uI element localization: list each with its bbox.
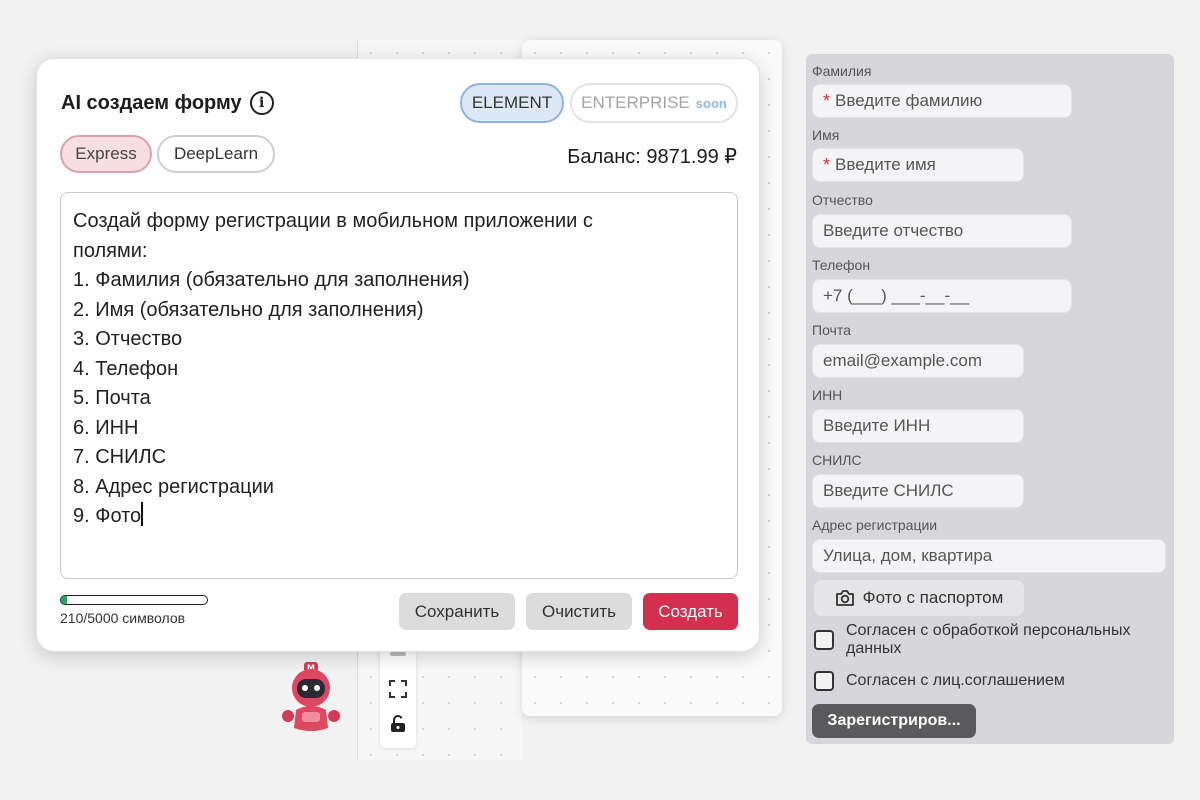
consent-license-checkbox[interactable]: [814, 671, 834, 691]
inn-input[interactable]: Введите ИНН: [812, 409, 1024, 443]
prompt-line: 1. Фамилия (обязательно для заполнения): [73, 269, 470, 291]
name-input[interactable]: * Введите имя: [812, 148, 1024, 182]
field-label-surname: Фамилия: [812, 63, 872, 79]
photo-upload-button[interactable]: Фото с паспортом: [814, 580, 1024, 616]
ai-form-dialog: AI создаем форму i ELEMENT ENTERPRISE so…: [36, 58, 760, 652]
prompt-line: 6. ИНН: [73, 416, 139, 439]
consent-personal-data-line1: Согласен с обработкой персональных: [846, 622, 1131, 639]
field-label-patronymic: Отчество: [812, 192, 873, 208]
dialog-title-text: AI создаем форму: [61, 91, 242, 114]
model-deeplearn-label: DeepLearn: [173, 144, 259, 163]
inn-placeholder: Введите ИНН: [823, 416, 931, 435]
prompt-line: 7. СНИЛС: [73, 446, 167, 468]
patronymic-input[interactable]: Введите отчество: [812, 214, 1072, 248]
create-button[interactable]: Создать: [643, 593, 738, 630]
lock-icon[interactable]: [386, 712, 410, 736]
snils-placeholder: Введите СНИЛС: [823, 481, 954, 500]
char-counter: 210/5000 символов: [60, 610, 186, 626]
field-label-phone: Телефон: [812, 257, 871, 273]
consent-license-label: Согласен с лиц.соглашением: [846, 672, 1065, 689]
prompt-textarea[interactable]: Создай форму регистрации в мобильном при…: [60, 192, 738, 579]
prompt-line: полями:: [73, 239, 148, 262]
mode-element-label: ELEMENT: [471, 93, 553, 112]
text-caret: [141, 502, 144, 526]
prompt-last-line: 9. Фото: [73, 502, 725, 532]
phone-input[interactable]: +7 (___) ___-__-__: [812, 279, 1072, 313]
model-deeplearn-button[interactable]: DeepLearn: [157, 135, 275, 173]
snils-input[interactable]: Введите СНИЛС: [812, 474, 1024, 508]
prompt-line: 8. Адрес регистрации: [73, 475, 274, 498]
soon-badge: soon: [695, 95, 727, 111]
name-placeholder: Введите имя: [835, 155, 936, 174]
model-express-button[interactable]: Express: [60, 135, 152, 173]
prompt-line: 2. Имя (обязательно для заполнения): [73, 298, 424, 321]
model-express-label: Express: [75, 144, 137, 163]
mode-element-button[interactable]: ELEMENT: [460, 83, 564, 123]
field-label-email: Почта: [812, 322, 851, 338]
required-mark: *: [823, 90, 831, 111]
prompt-line: 5. Почта: [73, 387, 151, 409]
consent-personal-data-line2: данных: [846, 640, 902, 657]
email-placeholder: email@example.com: [823, 351, 982, 370]
surname-input[interactable]: * Введите фамилию: [812, 84, 1072, 118]
save-button[interactable]: Сохранить: [399, 593, 515, 630]
field-label-snils: СНИЛС: [812, 452, 862, 468]
field-label-name: Имя: [812, 127, 840, 143]
mode-enterprise-button[interactable]: ENTERPRISE soon: [570, 83, 738, 123]
photo-upload-label: Фото с паспортом: [862, 588, 1004, 607]
address-placeholder: Улица, дом, квартира: [823, 546, 993, 565]
fullscreen-icon[interactable]: [386, 677, 410, 701]
consent-personal-data-checkbox[interactable]: [814, 630, 834, 650]
balance-text: Баланс: 9871.99 ₽: [567, 146, 737, 168]
dialog-title: AI создаем форму i: [61, 91, 274, 115]
prompt-line: Создай форму регистрации в мобильном при…: [73, 210, 593, 232]
prompt-line: 3. Отчество: [73, 328, 183, 350]
required-mark: *: [823, 154, 831, 175]
info-icon[interactable]: i: [249, 91, 274, 115]
char-progress-fill: [61, 596, 68, 604]
clear-button[interactable]: Очистить: [526, 593, 632, 630]
camera-icon: [835, 590, 854, 606]
field-label-inn: ИНН: [812, 387, 843, 403]
address-input[interactable]: Улица, дом, квартира: [812, 539, 1166, 573]
surname-placeholder: Введите фамилию: [835, 91, 983, 110]
phone-placeholder: +7 (___) ___-__-__: [823, 286, 970, 305]
mode-enterprise-label: ENTERPRISE: [581, 93, 690, 112]
field-label-address: Адрес регистрации: [812, 517, 938, 533]
patronymic-placeholder: Введите отчество: [823, 221, 964, 240]
consent-personal-data-label: Согласен с обработкой персональных данны…: [846, 622, 1130, 658]
email-input[interactable]: email@example.com: [812, 344, 1024, 378]
register-button[interactable]: Зарегистриров...: [812, 704, 976, 738]
robot-mascot-icon: M: [280, 660, 342, 734]
char-progress-bar: [60, 595, 208, 605]
prompt-line: 4. Телефон: [73, 357, 179, 380]
prompt-line: 9. Фото: [73, 505, 142, 527]
form-preview-panel: Фамилия * Введите фамилию Имя * Введите …: [806, 54, 1174, 744]
